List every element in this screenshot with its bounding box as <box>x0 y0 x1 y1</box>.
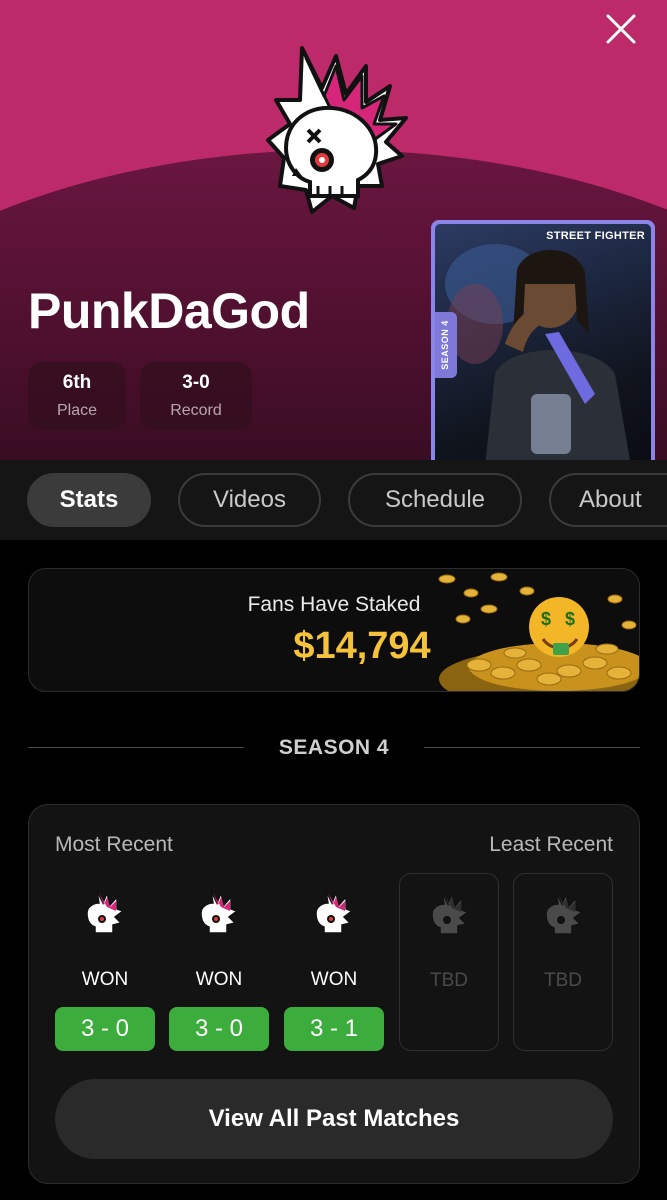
fans-staked-banner: $ $ Fans Have Staked $14,794 <box>28 568 640 692</box>
punk-skull-icon <box>201 890 237 934</box>
match-score: 3 - 0 <box>55 1007 155 1051</box>
match-result: WON <box>195 969 243 990</box>
match-slot[interactable]: WON 3 - 1 <box>284 873 384 1051</box>
match-score: 3 - 1 <box>284 1007 384 1051</box>
tab-stats[interactable]: Stats <box>27 473 151 527</box>
record-stat: 3-0 Record <box>140 362 252 430</box>
player-card[interactable]: STREET FIGHTER SEASON 4 <box>431 220 655 460</box>
close-icon <box>606 14 636 44</box>
most-recent-label: Most Recent <box>55 833 173 856</box>
match-score: 3 - 0 <box>169 1007 269 1051</box>
season-matches-panel: Most Recent Least Recent WON 3 - 0 WON 3… <box>28 804 640 1184</box>
match-result: WON <box>310 969 358 990</box>
punk-skull-logo-icon <box>266 46 408 214</box>
punk-skull-icon <box>316 890 352 934</box>
profile-tabs: Stats Videos Schedule About <box>0 460 667 540</box>
tab-schedule[interactable]: Schedule <box>348 473 522 527</box>
match-slot-tbd: TBD <box>399 873 499 1051</box>
card-game-tag: STREET FIGHTER <box>546 230 645 242</box>
view-all-past-matches-button[interactable]: View All Past Matches <box>55 1079 613 1159</box>
place-stat: 6th Place <box>28 362 126 430</box>
match-slot[interactable]: WON 3 - 0 <box>55 873 155 1051</box>
match-slot[interactable]: WON 3 - 0 <box>169 873 269 1051</box>
card-season-label: SEASON 4 <box>440 320 451 370</box>
stake-amount: $14,794 <box>293 625 431 667</box>
tab-videos[interactable]: Videos <box>178 473 321 527</box>
punk-skull-icon <box>546 891 582 935</box>
punk-skull-icon <box>432 891 468 935</box>
place-label: Place <box>56 402 98 419</box>
divider-left <box>28 747 244 748</box>
match-slot-tbd: TBD <box>513 873 613 1051</box>
match-result: TBD <box>544 970 582 991</box>
stake-label: Fans Have Staked <box>247 593 421 616</box>
close-button[interactable] <box>600 8 642 50</box>
tab-about[interactable]: About <box>549 473 667 527</box>
place-value: 6th <box>62 372 92 393</box>
record-label: Record <box>170 402 222 419</box>
player-name: PunkDaGod <box>28 283 310 339</box>
player-card-photo: STREET FIGHTER SEASON 4 <box>435 224 651 460</box>
divider-right <box>424 747 640 748</box>
season-title: SEASON 4 <box>278 736 390 759</box>
match-result: TBD <box>430 970 468 991</box>
card-season-tab: SEASON 4 <box>435 312 457 378</box>
player-photo-icon <box>445 244 630 460</box>
least-recent-label: Least Recent <box>489 833 613 856</box>
record-value: 3-0 <box>182 372 210 393</box>
player-hero: PunkDaGod 6th Place 3-0 Record STREET FI… <box>0 0 667 460</box>
punk-skull-icon <box>87 890 123 934</box>
match-result: WON <box>81 969 129 990</box>
